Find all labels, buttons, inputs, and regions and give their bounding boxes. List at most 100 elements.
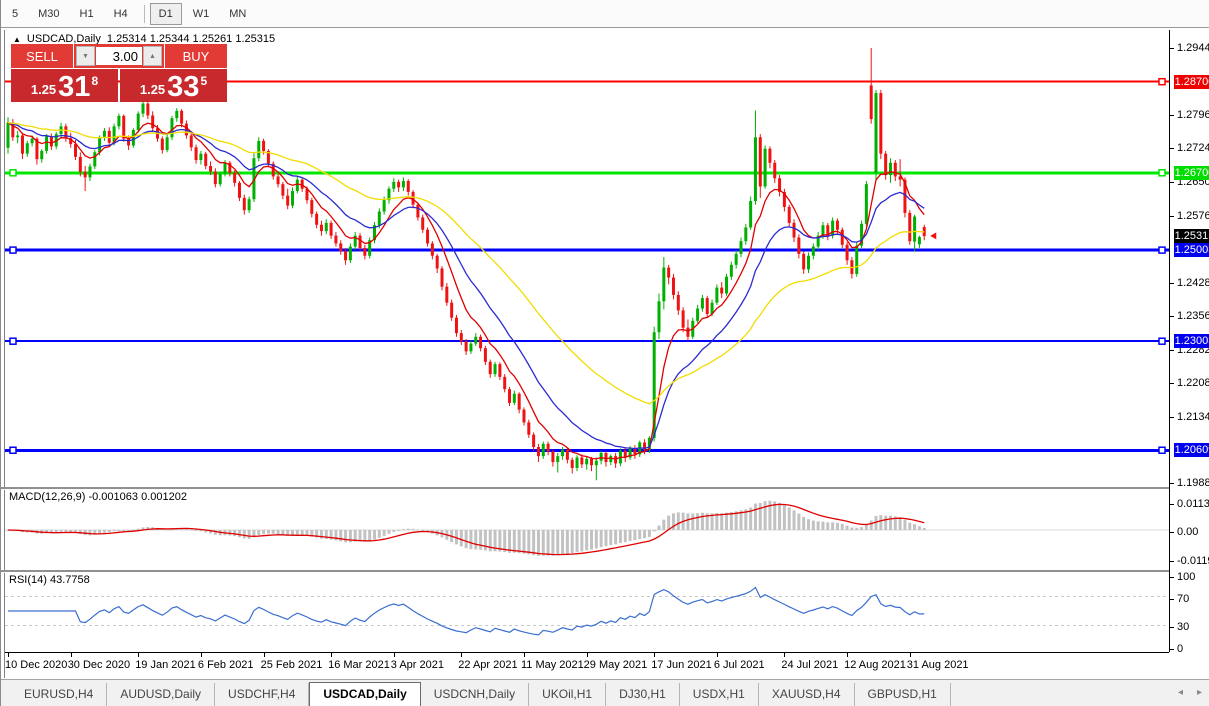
chart-tab-EURUSD[interactable]: EURUSD,H4: [11, 683, 108, 706]
price-line-label: 1.28700: [1174, 74, 1209, 89]
collapse-panel-icon[interactable]: ▲: [13, 35, 21, 44]
price-tick-label: 1.29440: [1177, 42, 1209, 54]
one-click-trading-panel: SELL ▼ 3.00 ▲ BUY 1.25 31 8 1.25 33 5: [11, 44, 227, 102]
chart-tab-USDCAD[interactable]: USDCAD,Daily: [309, 682, 421, 706]
axis-tick: [1170, 532, 1174, 533]
timeframe-button-MN[interactable]: MN: [220, 3, 255, 25]
sell-price-point: 8: [91, 74, 99, 88]
date-label: 22 Apr 2021: [458, 659, 518, 671]
volume-decrease-button[interactable]: ▼: [76, 46, 95, 66]
date-label: 24 Jul 2021: [781, 659, 839, 671]
date-label: 16 Mar 2021: [328, 659, 390, 671]
trading-platform-window: 5 M30 H1 H4 D1 W1 MN MACD(12,26,9) -0.001063 0…: [0, 0, 1209, 706]
rsi-label: RSI(14) 43.7758: [9, 574, 90, 586]
date-label: 29 May 2021: [583, 659, 648, 671]
date-label: 3 Apr 2021: [390, 659, 444, 671]
up-arrow-icon: ▲: [149, 52, 156, 60]
buy-price-major: 1.25: [139, 82, 166, 97]
price-tick-label: 1.22080: [1177, 377, 1209, 390]
axis-tick: [1170, 181, 1174, 183]
chart-tab-USDCNH[interactable]: USDCNH,Daily: [421, 683, 530, 706]
chart-tab-DJ30[interactable]: DJ30,H1: [606, 683, 680, 706]
chart-tab-XAUUSD[interactable]: XAUUSD,H4: [759, 683, 855, 706]
date-axis[interactable]: 10 Dec 2020 30 Dec 2020 19 Jan 2021 6 Feb 2…: [5, 652, 1169, 679]
axis-tick: [1170, 561, 1174, 563]
chart-window: MACD(12,26,9) -0.001063 0.001202 RSI(14)…: [1, 28, 1209, 706]
axis-tick: [1170, 215, 1174, 217]
timeframe-button-D1[interactable]: D1: [149, 2, 182, 25]
chart-tab-UKOil[interactable]: UKOil,H1: [529, 683, 607, 706]
macd-label: MACD(12,26,9) -0.001063 0.001202: [9, 491, 187, 503]
date-label: 17 Jun 2021: [651, 659, 712, 671]
price-line-label: 1.25003: [1174, 243, 1209, 258]
timeframe-button-H4[interactable]: H4: [105, 3, 137, 25]
date-label: 6 Jul 2021: [713, 659, 765, 671]
tab-scroll-controls: ◂ ▸: [1178, 687, 1202, 698]
axis-tick: [1170, 349, 1174, 351]
date-label: 19 Jan 2021: [135, 659, 196, 671]
date-tick: [909, 653, 911, 657]
date-tick: [70, 653, 72, 657]
chart-tab-GBPUSD[interactable]: GBPUSD,H1: [855, 683, 951, 706]
tab-scroll-right-icon[interactable]: ▸: [1197, 687, 1202, 698]
date-tick: [393, 653, 395, 657]
date-tick: [586, 653, 588, 657]
axis-tick: [1170, 383, 1174, 385]
date-tick: [847, 653, 849, 657]
buy-price-box[interactable]: 1.25 33 5: [120, 69, 227, 102]
sell-price-box[interactable]: 1.25 31 8: [11, 69, 118, 102]
date-tick: [784, 653, 786, 657]
sell-button[interactable]: SELL: [11, 44, 73, 68]
axis-tick: [1170, 115, 1174, 117]
rsi-tick-label: 30: [1177, 621, 1190, 634]
price-tick-label: 1.25760: [1177, 209, 1209, 222]
chart-tab-AUDUSD[interactable]: AUDUSD,Daily: [107, 683, 216, 706]
ma-45-line: [7, 122, 925, 405]
current-price-marker: [930, 232, 937, 240]
volume-increase-button[interactable]: ▲: [143, 46, 162, 66]
volume-input[interactable]: 3.00: [96, 47, 142, 65]
date-tick: [523, 653, 525, 657]
tab-scroll-left-icon[interactable]: ◂: [1178, 687, 1183, 698]
date-label: 10 Dec 2020: [5, 659, 68, 671]
axis-tick: [1170, 503, 1174, 505]
date-tick: [138, 653, 140, 657]
axis-tick: [1170, 283, 1174, 285]
sell-price-major: 1.25: [30, 82, 57, 97]
price-line-label: 1.20609: [1174, 443, 1209, 458]
date-label: 12 Aug 2021: [844, 659, 906, 671]
axis-tick: [1170, 416, 1174, 418]
axis-tick: [1170, 148, 1174, 150]
date-label: 30 Dec 2020: [67, 659, 131, 671]
buy-button[interactable]: BUY: [165, 44, 227, 68]
buy-price-point: 5: [200, 74, 208, 88]
price-tick-label: 1.21340: [1177, 410, 1209, 423]
timeframe-button-M30[interactable]: M30: [29, 3, 68, 25]
axis-tick: [1170, 577, 1174, 578]
timeframe-button-H1[interactable]: H1: [71, 3, 103, 25]
chart-tab-USDCHF[interactable]: USDCHF,H4: [215, 683, 310, 706]
axis-tick: [1170, 649, 1174, 650]
rsi-pane[interactable]: [5, 572, 1169, 652]
price-tick-label: 1.19880: [1177, 477, 1209, 490]
chart-tab-bar: EURUSD,H4 AUDUSD,Daily USDCHF,H4 USDCAD,Dai…: [1, 679, 1209, 706]
chart-tab-USDX[interactable]: USDX,H1: [680, 683, 759, 706]
price-tick-label: 1.27240: [1177, 142, 1209, 155]
timeframe-button-5[interactable]: 5: [3, 3, 27, 25]
date-tick: [263, 653, 265, 657]
macd-tick-label: -0.01190: [1177, 555, 1209, 568]
volume-spinner: ▼ 3.00 ▲: [74, 44, 164, 68]
date-label: 25 Feb 2021: [260, 659, 323, 671]
rsi-tick-label: 0: [1177, 643, 1184, 655]
sell-price-pips: 31: [58, 71, 91, 103]
date-label: 31 Aug 2021: [906, 659, 969, 671]
axis-tick: [1170, 598, 1174, 600]
rsi-tick-label: 70: [1177, 592, 1190, 605]
rsi-chart[interactable]: [5, 572, 1169, 652]
toolbar-separator: [143, 4, 145, 23]
buy-price-pips: 33: [167, 71, 200, 103]
timeframe-button-W1[interactable]: W1: [184, 3, 219, 25]
axis-tick: [1170, 627, 1174, 629]
date-tick: [200, 653, 202, 657]
price-axis[interactable]: 1.294401.279601.272401.265001.257601.242…: [1170, 30, 1209, 655]
